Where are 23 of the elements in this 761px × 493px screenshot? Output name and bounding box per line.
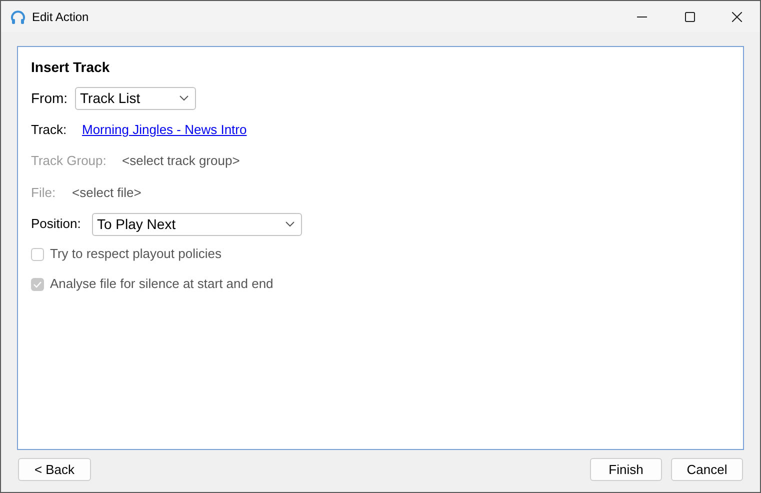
close-icon[interactable] <box>732 12 742 22</box>
position-label: Position: <box>31 215 82 234</box>
chevron-down-icon <box>179 95 189 101</box>
checkbox-label: Analyse file for silence at start and end <box>50 275 274 294</box>
window-title: Edit Action <box>32 8 89 26</box>
headphones-icon <box>10 8 26 24</box>
track-link[interactable]: Morning Jingles - News Intro <box>82 120 247 140</box>
from-label: From: <box>31 88 69 108</box>
file-label: File: <box>31 184 57 202</box>
maximize-icon[interactable] <box>685 12 695 22</box>
checkbox-label: Try to respect playout policies <box>50 245 222 264</box>
back-button[interactable]: < Back <box>18 458 91 481</box>
track-group-label: Track Group: <box>31 152 108 170</box>
track-group-value: <select track group> <box>122 152 240 170</box>
track-label: Track: <box>31 120 68 139</box>
finish-button[interactable]: Finish <box>590 458 662 481</box>
chevron-down-icon <box>285 221 295 227</box>
position-dropdown[interactable]: To Play Next <box>92 212 302 236</box>
check-icon <box>33 280 42 288</box>
section-heading: Insert Track <box>31 58 110 76</box>
file-value: <select file> <box>72 184 142 202</box>
from-dropdown[interactable]: Track List <box>75 86 196 110</box>
cancel-button[interactable]: Cancel <box>671 458 743 481</box>
